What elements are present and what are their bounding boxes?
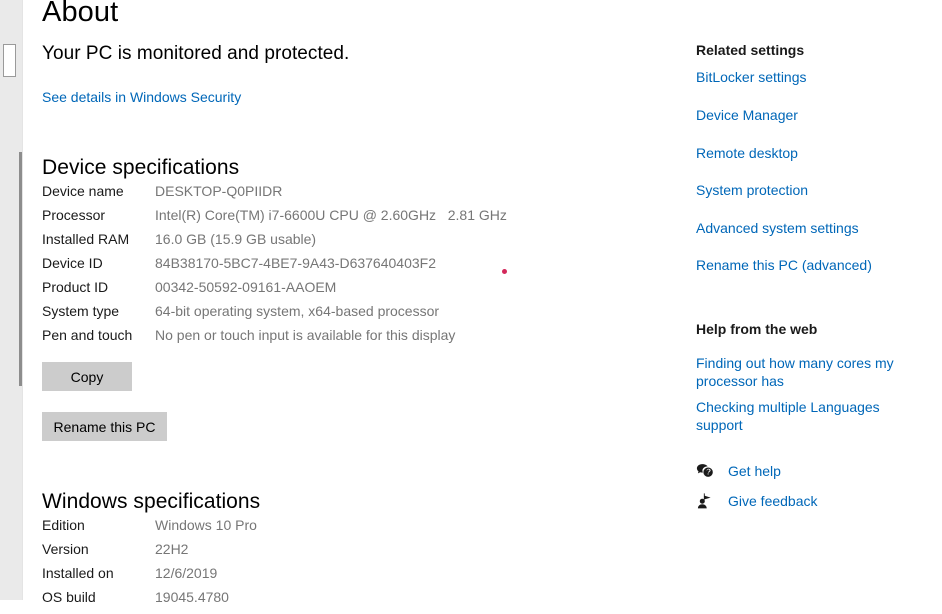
cursor-position-marker xyxy=(502,269,507,274)
spec-value: 64-bit operating system, x64-based proce… xyxy=(155,303,440,319)
table-row: Processor Intel(R) Core(TM) i7-6600U CPU… xyxy=(42,208,507,232)
spec-value: 12/6/2019 xyxy=(155,565,218,581)
spec-label: Version xyxy=(42,541,89,557)
about-content-pane: About Your PC is monitored and protected… xyxy=(42,0,662,605)
spec-label: System type xyxy=(42,303,120,319)
give-feedback-label: Give feedback xyxy=(728,493,818,509)
spec-value: 84B38170-5BC7-4BE7-9A43-D637640403F2 xyxy=(155,255,436,271)
help-link-languages-support[interactable]: Checking multiple Languages support xyxy=(696,398,928,434)
spec-label: Device ID xyxy=(42,255,103,271)
spec-value: No pen or touch input is available for t… xyxy=(155,327,456,343)
give-feedback-link[interactable]: Give feedback xyxy=(696,492,818,510)
spec-label: Processor xyxy=(42,207,106,223)
feedback-person-icon xyxy=(696,492,714,510)
sidebar-link-bitlocker-settings[interactable]: BitLocker settings xyxy=(696,68,807,86)
table-row: Installed RAM 16.0 GB (15.9 GB usable) xyxy=(42,232,507,256)
spec-label: Pen and touch xyxy=(42,327,133,343)
windows-security-details-link[interactable]: See details in Windows Security xyxy=(42,89,241,105)
help-link-processor-cores[interactable]: Finding out how many cores my processor … xyxy=(696,354,896,390)
spec-label: Installed RAM xyxy=(42,231,130,247)
spec-value: 16.0 GB (15.9 GB usable) xyxy=(155,231,317,247)
sidebar-link-rename-this-pc-advanced[interactable]: Rename this PC (advanced) xyxy=(696,256,872,274)
get-help-link[interactable]: Get help xyxy=(696,462,781,480)
spec-value: Windows 10 Pro xyxy=(155,517,257,533)
table-row: Device name DESKTOP-Q0PIIDR xyxy=(42,184,507,208)
get-help-label: Get help xyxy=(728,463,781,479)
table-row: Installed on 12/6/2019 xyxy=(42,566,257,590)
table-row: Product ID 00342-50592-09161-AAOEM xyxy=(42,280,507,304)
copy-button[interactable]: Copy xyxy=(42,362,132,391)
spec-value: Intel(R) Core(TM) i7-6600U CPU @ 2.60GHz… xyxy=(155,207,507,223)
nav-scrollbar-thumb[interactable] xyxy=(3,44,16,77)
spec-value: 22H2 xyxy=(155,541,189,557)
page-scrollbar-thumb[interactable] xyxy=(19,152,22,386)
table-row: Version 22H2 xyxy=(42,542,257,566)
sidebar-link-remote-desktop[interactable]: Remote desktop xyxy=(696,144,798,162)
spec-label: Product ID xyxy=(42,279,109,295)
protection-status-text: Your PC is monitored and protected. xyxy=(42,43,350,64)
windows-specifications-heading: Windows specifications xyxy=(42,490,261,514)
page-title: About xyxy=(42,0,119,28)
related-settings-heading: Related settings xyxy=(696,42,805,58)
page-scrollbar-track[interactable] xyxy=(16,0,28,600)
spec-label: Device name xyxy=(42,183,124,199)
sidebar-link-advanced-system-settings[interactable]: Advanced system settings xyxy=(696,219,859,237)
sidebar-link-device-manager[interactable]: Device Manager xyxy=(696,106,798,124)
spec-value: 00342-50592-09161-AAOEM xyxy=(155,279,337,295)
table-row: Edition Windows 10 Pro xyxy=(42,518,257,542)
help-bubble-icon xyxy=(696,462,714,480)
spec-label: OS build xyxy=(42,589,96,605)
table-row: OS build 19045.4780 xyxy=(42,590,257,614)
table-row: Device ID 84B38170-5BC7-4BE7-9A43-D63764… xyxy=(42,256,507,280)
spec-label: Installed on xyxy=(42,565,114,581)
device-specifications-heading: Device specifications xyxy=(42,156,240,180)
spec-label: Edition xyxy=(42,517,85,533)
spec-value: 19045.4780 xyxy=(155,589,229,605)
table-row: System type 64-bit operating system, x64… xyxy=(42,304,507,328)
device-specifications-table: Device name DESKTOP-Q0PIIDR Processor In… xyxy=(42,184,507,352)
table-row: Pen and touch No pen or touch input is a… xyxy=(42,328,507,352)
spec-value: DESKTOP-Q0PIIDR xyxy=(155,183,283,199)
rename-this-pc-button[interactable]: Rename this PC xyxy=(42,412,167,441)
sidebar-link-system-protection[interactable]: System protection xyxy=(696,181,808,199)
related-settings-sidebar: Related settings BitLocker settings Devi… xyxy=(696,0,936,600)
help-from-the-web-heading: Help from the web xyxy=(696,321,818,337)
